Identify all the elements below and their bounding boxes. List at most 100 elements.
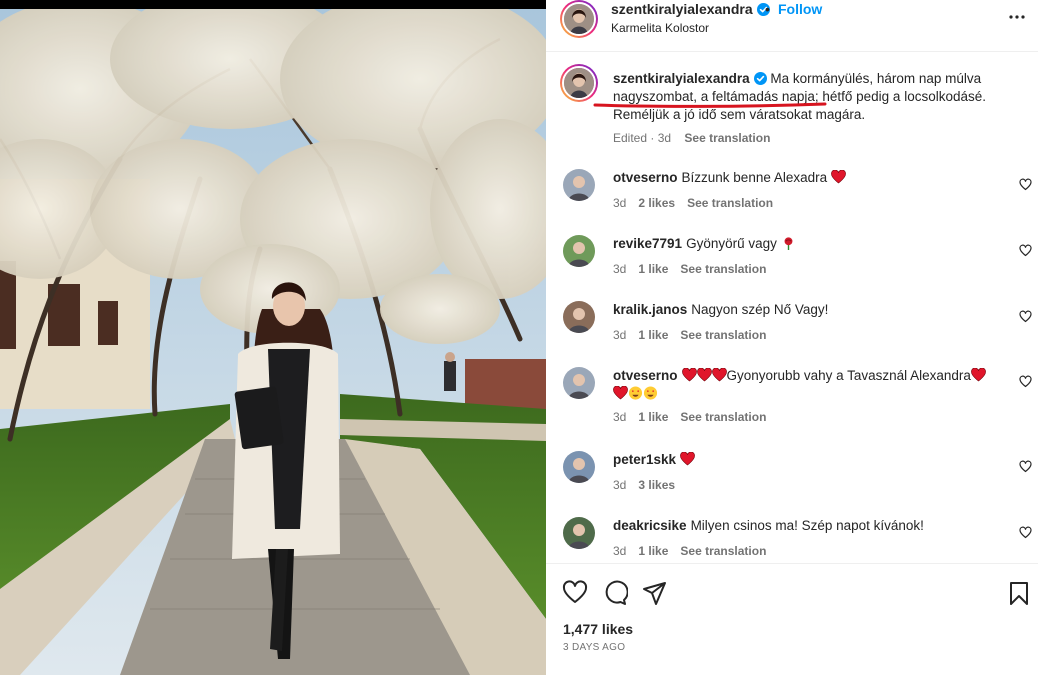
- comment-see-translation[interactable]: See translation: [680, 262, 766, 276]
- author-avatar[interactable]: [560, 0, 598, 38]
- caption-see-translation[interactable]: See translation: [684, 131, 770, 145]
- photo-top-border: [0, 0, 546, 9]
- avatar-image: [568, 524, 590, 549]
- comment-likes[interactable]: 3 likes: [638, 478, 675, 492]
- comment-meta: 3d 1 like See translation: [613, 328, 778, 342]
- heart-emoji-icon: [680, 452, 695, 466]
- comment-age: 3d: [613, 196, 627, 210]
- comment-text: Nagyon szép Nő Vagy!: [691, 302, 829, 317]
- commenter-avatar[interactable]: [563, 517, 595, 549]
- comment-likes[interactable]: 1 like: [638, 410, 668, 424]
- separator-dot: •: [765, 1, 770, 17]
- caption-text: szentkiralyialexandra Ma kormányülés, há…: [613, 70, 1013, 124]
- comment-body: kralik.janos Nagyon szép Nő Vagy!: [613, 301, 1013, 319]
- caption-avatar[interactable]: [560, 64, 598, 102]
- comment-age: 3d: [613, 544, 627, 558]
- comment-username[interactable]: deakricsike: [613, 518, 687, 533]
- comment-username[interactable]: revike7791: [613, 236, 682, 251]
- comment-like-icon[interactable]: [1019, 460, 1032, 473]
- comment-username[interactable]: peter1skk: [613, 452, 676, 467]
- photo-illustration: [0, 9, 546, 675]
- heart-emoji-icon: [681, 368, 697, 382]
- comment-likes[interactable]: 1 like: [638, 544, 668, 558]
- comment-row: peter1skk 3d 3 likes: [546, 451, 1038, 507]
- avatar-image: [568, 242, 590, 267]
- commenter-avatar[interactable]: [563, 169, 595, 201]
- heart-emoji-icon: [971, 368, 986, 382]
- share-icon[interactable]: [642, 580, 668, 606]
- comment-likes[interactable]: 2 likes: [638, 196, 675, 210]
- post-location[interactable]: Karmelita Kolostor: [611, 21, 709, 35]
- comment-like-icon[interactable]: [1019, 310, 1032, 323]
- caption-edited-age: Edited · 3d: [613, 131, 672, 145]
- comment-meta: 3d 1 like See translation: [613, 410, 778, 424]
- comment-meta: 3d 2 likes See translation: [613, 196, 785, 210]
- comment-body: revike7791 Gyönyörű vagy: [613, 235, 1013, 253]
- comment-row: kralik.janos Nagyon szép Nő Vagy! 3d 1 lik…: [546, 301, 1038, 357]
- commenter-avatar[interactable]: [563, 235, 595, 267]
- comment-row: otveserno Bízzunk benne Alexadra 3d 2 like…: [546, 169, 1038, 225]
- bookmark-icon[interactable]: [1006, 580, 1032, 606]
- avatar-image: [568, 374, 590, 399]
- more-icon[interactable]: [1008, 8, 1026, 26]
- caption-meta: Edited · 3d See translation: [613, 131, 770, 145]
- comment-see-translation[interactable]: See translation: [687, 196, 773, 210]
- red-underline-annotation: [593, 102, 827, 108]
- comment-like-icon[interactable]: [1019, 375, 1032, 388]
- comment-see-translation[interactable]: See translation: [680, 328, 766, 342]
- comment-meta: 3d 1 like See translation: [613, 544, 778, 558]
- comment-icon[interactable]: [602, 580, 628, 606]
- post-header: szentkiralyialexandra • Follow Karmelita…: [546, 0, 1038, 52]
- star-eyes-emoji-icon: [628, 386, 643, 400]
- comment-see-translation[interactable]: See translation: [680, 544, 766, 558]
- author-username[interactable]: szentkiralyialexandra: [611, 1, 770, 17]
- avatar-image: [568, 458, 590, 483]
- comment-body: otveserno Bízzunk benne Alexadra: [613, 169, 1013, 187]
- comment-age: 3d: [613, 262, 627, 276]
- comment-text: Bízzunk benne Alexadra: [681, 170, 828, 185]
- comment-text: Gyonyorubb vahy a Tavasznál Alexandra: [726, 368, 971, 383]
- commenter-avatar[interactable]: [563, 367, 595, 399]
- comment-username[interactable]: otveserno: [613, 368, 678, 383]
- avatar-image: [564, 4, 594, 34]
- comment-like-icon[interactable]: [1019, 178, 1032, 191]
- comment-body: deakricsike Milyen csinos ma! Szép napot …: [613, 517, 1013, 535]
- comment-likes[interactable]: 1 like: [638, 262, 668, 276]
- likes-count[interactable]: 1,477 likes: [563, 621, 633, 637]
- avatar-image: [568, 176, 590, 201]
- comment-age: 3d: [613, 410, 627, 424]
- comment-body: otveserno Gyonyorubb vahy a Tavasznál Ale…: [613, 367, 1013, 403]
- heart-outline-icon[interactable]: [562, 580, 588, 606]
- post-timestamp[interactable]: 3 DAYS AGO: [563, 642, 625, 653]
- verified-badge-icon: [753, 72, 767, 85]
- heart-emoji-icon: [831, 170, 846, 184]
- comment-likes[interactable]: 1 like: [638, 328, 668, 342]
- comment-like-icon[interactable]: [1019, 526, 1032, 539]
- comment-username[interactable]: otveserno: [613, 170, 678, 185]
- comment-age: 3d: [613, 328, 627, 342]
- comment-username[interactable]: kralik.janos: [613, 302, 687, 317]
- commenter-avatar[interactable]: [563, 451, 595, 483]
- comment-text: Gyönyörű vagy: [686, 236, 777, 251]
- commenter-avatar[interactable]: [563, 301, 595, 333]
- caption-username[interactable]: szentkiralyialexandra: [613, 71, 767, 86]
- comment-see-translation[interactable]: See translation: [680, 410, 766, 424]
- comment-like-icon[interactable]: [1019, 244, 1032, 257]
- comment-row: revike7791 Gyönyörű vagy 3d 1 like See tran…: [546, 235, 1038, 291]
- post-photo[interactable]: [0, 0, 546, 675]
- post-actions: 1,477 likes 3 DAYS AGO: [546, 563, 1038, 675]
- avatar-image: [568, 308, 590, 333]
- author-username-text[interactable]: szentkiralyialexandra: [611, 1, 753, 17]
- follow-button[interactable]: Follow: [778, 1, 822, 17]
- comment-meta: 3d 3 likes: [613, 478, 687, 492]
- caption-username-text[interactable]: szentkiralyialexandra: [613, 71, 750, 86]
- rose-emoji-icon: [784, 237, 793, 250]
- comment-meta: 3d 1 like See translation: [613, 262, 778, 276]
- avatar-image: [564, 68, 594, 98]
- heart-emoji-icon: [696, 368, 712, 382]
- heart-emoji-icon: [711, 368, 727, 382]
- star-eyes-emoji-icon: [643, 386, 658, 400]
- comment-text: Milyen csinos ma! Szép napot kívánok!: [690, 518, 924, 533]
- comment-row: otveserno Gyonyorubb vahy a Tavasznál Ale…: [546, 367, 1038, 424]
- post-detail-panel: szentkiralyialexandra • Follow Karmelita…: [546, 0, 1038, 675]
